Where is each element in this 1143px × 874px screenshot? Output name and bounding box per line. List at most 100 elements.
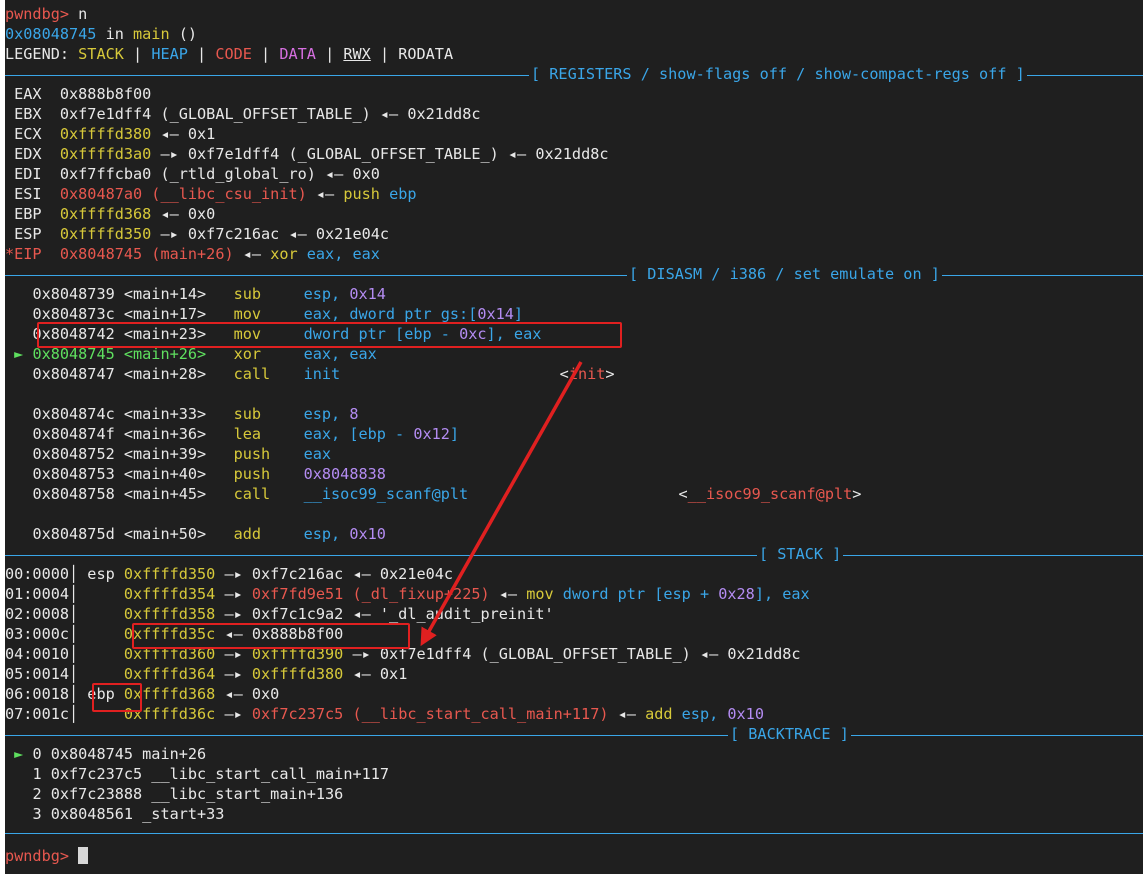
disasm-arg: < <box>678 485 688 503</box>
location-args: () <box>169 25 198 43</box>
register-row: EDI 0xf7ffcba0 (_rtld_global_ro) ◂— 0x0 <box>5 164 380 184</box>
disasm-op: mov <box>233 325 262 343</box>
register-gap <box>42 85 60 103</box>
disasm-op: push <box>233 445 271 463</box>
stack-value: ◂— 0x888b8f00 <box>215 625 344 643</box>
stack-row: 05:0014│ 0xffffd364 —▸ 0xffffd380 ◂— 0x1 <box>5 664 407 684</box>
disasm-arg: __isoc99_scanf@plt <box>303 485 469 503</box>
disasm-arg: ] <box>513 305 524 323</box>
stack-value: 0xffffd390 <box>251 645 344 663</box>
stack-value: ◂— <box>608 705 646 723</box>
register-value: ◂— 0x1 <box>151 125 216 143</box>
disasm-arg: eax, [ebp - <box>303 425 414 443</box>
disasm-arg: 0xc <box>459 325 487 343</box>
stack-row: 01:0004│ 0xffffd354 —▸ 0xf7fd9e51 (_dl_f… <box>5 584 810 604</box>
legend-rwx: RWX <box>343 45 371 63</box>
location-func: main <box>133 25 170 43</box>
bottom-divider <box>5 833 1143 834</box>
stack-value: 0xffffd35c <box>123 625 216 643</box>
disasm-row: 0x804875d <main+50> add esp, 0x10 <box>5 524 385 544</box>
register-value: 0xf7e1dff4 (_GLOBAL_OFFSET_TABLE_) <box>59 105 380 123</box>
stack-value: 0xffffd368 <box>123 685 216 703</box>
legend-line: LEGEND: STACK | HEAP | CODE | DATA | RWX… <box>5 44 453 64</box>
stack-value: 0xffffd364 <box>123 665 216 683</box>
stack-header: [ STACK ] <box>757 544 844 564</box>
disasm-addr: 0x804873c <main+17> <box>32 305 234 323</box>
disasm-addr: 0x804875d <main+50> <box>32 525 234 543</box>
backtrace-marker: ► <box>5 745 33 763</box>
stack-value: dword ptr [esp + <box>553 585 719 603</box>
disasm-marker <box>5 485 32 503</box>
backtrace-marker <box>5 765 32 783</box>
terminal[interactable]: pwndbg> n 0x08048745 in main () LEGEND: … <box>5 0 1143 874</box>
legend-data: DATA <box>279 45 316 63</box>
stack-row: 04:0010│ 0xffffd360 —▸ 0xffffd390 —▸ 0xf… <box>5 644 801 664</box>
disasm-arg: 8 <box>349 405 359 423</box>
stack-value: 0xffffd380 <box>251 665 344 683</box>
legend-code: CODE <box>215 45 252 63</box>
register-row: EAX 0x888b8f00 <box>5 84 151 104</box>
register-value: ◂— <box>233 245 271 263</box>
location-addr: 0x08048745 <box>5 25 97 43</box>
disasm-addr: 0x804874c <main+33> <box>32 405 234 423</box>
disasm-arg: esp, <box>303 285 350 303</box>
backtrace-divider <box>5 735 1143 736</box>
stack-value: —▸ <box>215 585 252 603</box>
register-value: eax, eax <box>297 245 380 263</box>
prompt: pwndbg> <box>5 5 79 23</box>
stack-reg: esp <box>87 565 124 583</box>
stack-reg: ebp <box>87 685 124 703</box>
backtrace-frame: 0 0x8048745 main+26 <box>32 745 207 763</box>
stack-value: —▸ 0xf7c1c9a2 ◂— '_dl_audit_preinit' <box>215 605 554 623</box>
register-name: EAX <box>5 85 42 103</box>
disasm-op: xor <box>233 345 262 363</box>
stack-reg <box>87 625 124 643</box>
disasm-addr: 0x804874f <main+36> <box>32 425 234 443</box>
disasm-addr: 0x8048747 <main+28> <box>32 365 234 383</box>
register-name: EBX <box>5 105 42 123</box>
stack-value: —▸ 0xf7e1dff4 (_GLOBAL_OFFSET_TABLE_) ◂—… <box>343 645 801 663</box>
register-value: 0xffffd3a0 <box>59 145 152 163</box>
location-in: in <box>96 25 134 43</box>
disasm-addr: 0x8048758 <main+45> <box>32 485 234 503</box>
disasm-op: sub <box>233 285 262 303</box>
stack-reg <box>87 705 124 723</box>
disasm-addr: 0x8048752 <main+39> <box>32 445 234 463</box>
disasm-op: call <box>233 365 271 383</box>
register-gap <box>42 205 60 223</box>
stack-index: 03:000c│ <box>5 625 88 643</box>
register-name: EDX <box>5 145 42 163</box>
register-value: ◂— 0x0 <box>151 205 216 223</box>
backtrace-row: ► 0 0x8048745 main+26 <box>5 744 206 764</box>
input-prompt-line[interactable]: pwndbg> <box>5 846 89 866</box>
disasm-divider <box>5 275 1143 276</box>
legend-label: LEGEND: <box>5 45 79 63</box>
disasm-row: 0x8048747 <main+28> call init <init> <box>5 364 614 384</box>
disasm-row: 0x8048758 <main+45> call __isoc99_scanf@p… <box>5 484 861 504</box>
register-row: ESP 0xffffd350 —▸ 0xf7c216ac ◂— 0x21e04c <box>5 224 389 244</box>
stack-row: 06:0018│ ebp 0xffffd368 ◂— 0x0 <box>5 684 279 704</box>
legend-sep: | <box>187 45 216 63</box>
stack-reg <box>87 645 124 663</box>
register-row: *EIP 0x8048745 (main+26) ◂— xor eax, eax <box>5 244 380 264</box>
stack-row: 03:000c│ 0xffffd35c ◂— 0x888b8f00 <box>5 624 343 644</box>
stack-value: —▸ <box>215 705 252 723</box>
disasm-op: sub <box>233 405 262 423</box>
register-name: EDI <box>5 165 42 183</box>
register-gap <box>42 165 60 183</box>
disasm-arg: eax, eax <box>303 345 377 363</box>
stack-value: 0xffffd354 <box>123 585 216 603</box>
disasm-marker <box>5 285 32 303</box>
disasm-op: push <box>233 465 271 483</box>
stack-value: 0xffffd350 <box>123 565 216 583</box>
disasm-marker <box>5 405 32 423</box>
register-value: —▸ 0xf7e1dff4 (_GLOBAL_OFFSET_TABLE_) ◂—… <box>151 145 609 163</box>
register-name: ESP <box>5 225 42 243</box>
disasm-row: 0x8048752 <main+39> push eax <box>5 444 331 464</box>
stack-value: ◂— 0x0 <box>215 685 280 703</box>
register-gap <box>42 185 60 203</box>
register-value: 0xffffd350 <box>59 225 152 243</box>
register-row: ECX 0xffffd380 ◂— 0x1 <box>5 124 215 144</box>
legend-stack: STACK <box>78 45 124 63</box>
register-value: 0xffffd380 <box>59 125 152 143</box>
